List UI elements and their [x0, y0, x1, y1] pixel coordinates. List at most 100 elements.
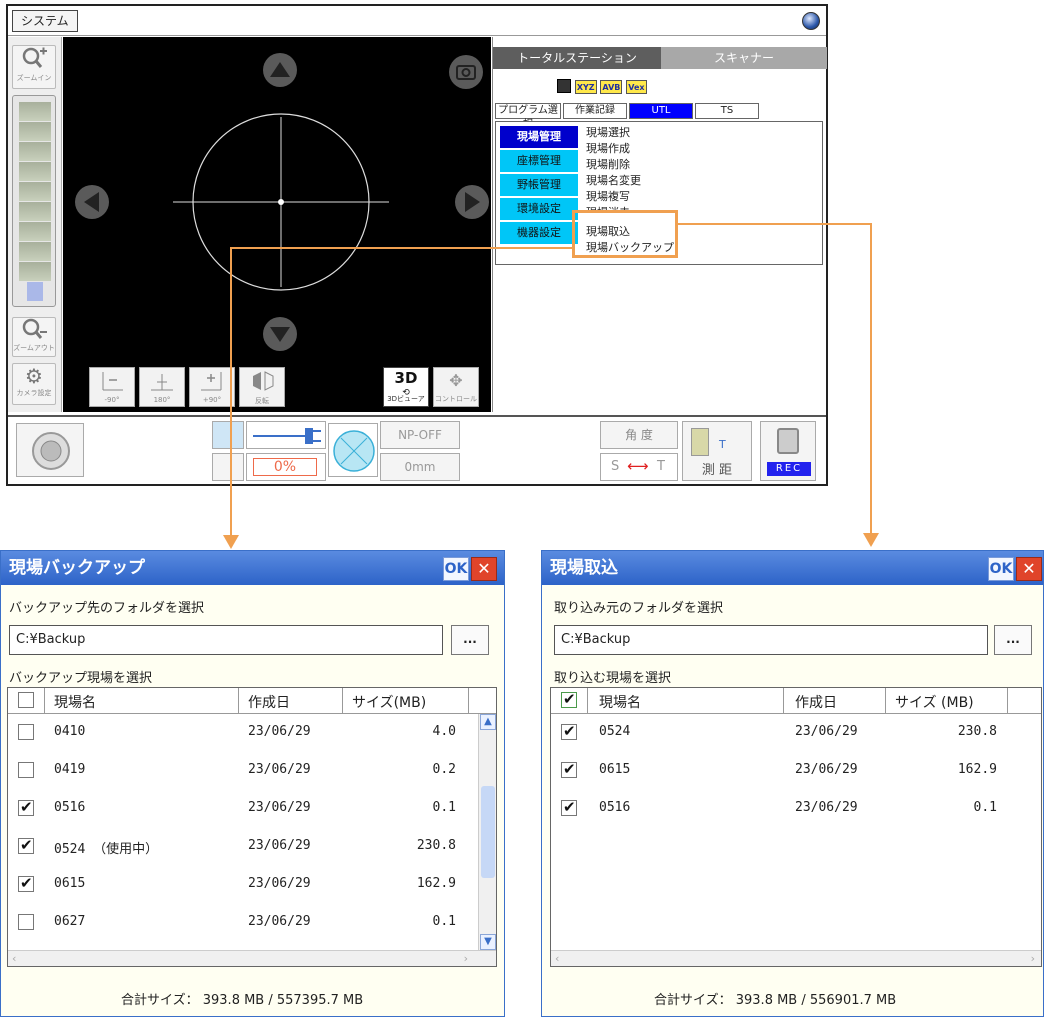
rotate-plus90-button[interactable]: +90° — [189, 367, 235, 407]
3d-viewer-button[interactable]: 3D ⟲ 3Dビューア — [383, 367, 429, 407]
system-button[interactable]: システム — [12, 10, 78, 32]
table-row[interactable]: 0410 23/06/29 4.0 — [8, 714, 496, 752]
horizontal-scrollbar[interactable]: ‹ › — [8, 950, 496, 966]
table-row[interactable]: 0516 23/06/29 0.1 — [8, 790, 496, 828]
horizontal-scrollbar[interactable]: ‹ › — [551, 950, 1041, 966]
menu-item-site-delete[interactable]: 現場削除 — [586, 158, 630, 171]
snapshot-button[interactable] — [449, 55, 483, 89]
memory-icon[interactable] — [212, 453, 244, 481]
rotate-180-icon — [151, 374, 173, 391]
zoom-slider[interactable] — [12, 95, 56, 307]
home-button[interactable] — [16, 423, 84, 477]
connector-line — [230, 247, 574, 249]
pan-left-button[interactable] — [75, 185, 109, 219]
avb-icon[interactable]: AVB — [600, 80, 623, 94]
globe-icon[interactable] — [802, 12, 820, 30]
row-checkbox[interactable] — [18, 724, 34, 740]
row-checkbox[interactable] — [18, 914, 34, 930]
zoom-in-button[interactable]: ズームイン — [12, 45, 56, 89]
browse-button[interactable]: ... — [451, 625, 489, 655]
column-size[interactable]: サイズ (MB) — [895, 692, 974, 712]
rotate-minus90-button[interactable]: -90° — [89, 367, 135, 407]
column-site-name[interactable]: 現場名 — [54, 692, 96, 712]
tab-program-select[interactable]: プログラム選択 — [495, 103, 561, 130]
battery-percent: 0% — [253, 458, 317, 476]
close-button[interactable]: ✕ — [1016, 557, 1042, 581]
row-checkbox[interactable] — [18, 874, 34, 892]
table-row[interactable]: 0615 23/06/29 162.9 — [551, 752, 1041, 790]
table-row[interactable]: 0524 23/06/29 230.8 — [551, 714, 1041, 752]
target-button[interactable] — [328, 423, 378, 477]
folder-path-field[interactable]: C:¥Backup — [9, 625, 443, 655]
offset-button[interactable]: 0mm — [380, 453, 460, 481]
column-created-date[interactable]: 作成日 — [795, 692, 837, 712]
folder-path-field[interactable]: C:¥Backup — [554, 625, 988, 655]
ok-button[interactable]: OK — [988, 557, 1014, 581]
table-row[interactable]: 0419 23/06/29 0.2 — [8, 752, 496, 790]
column-size[interactable]: サイズ(MB) — [352, 692, 426, 712]
category-site-management[interactable]: 現場管理 — [500, 126, 578, 148]
browse-button[interactable]: ... — [994, 625, 1032, 655]
flip-button[interactable]: 反転 — [239, 367, 285, 407]
tab-utl[interactable]: UTL — [629, 103, 693, 119]
row-checkbox[interactable] — [18, 798, 34, 816]
np-mode-button[interactable]: NP-OFF — [380, 421, 460, 449]
row-checkbox[interactable] — [561, 760, 577, 778]
list-header: 現場名 作成日 サイズ(MB) — [8, 688, 496, 714]
table-row[interactable]: 0627 23/06/29 0.1 — [8, 904, 496, 942]
tab-scanner[interactable]: スキャナー — [661, 47, 827, 69]
ok-button[interactable]: OK — [443, 557, 469, 581]
table-row[interactable]: 0516 23/06/29 0.1 — [551, 790, 1041, 828]
st-toggle-button[interactable]: S ⟷ T — [600, 453, 678, 481]
tab-total-station[interactable]: トータルステーション — [493, 47, 661, 69]
category-coordinate-management[interactable]: 座標管理 — [500, 150, 578, 172]
scroll-down-icon[interactable]: ▼ — [480, 934, 496, 950]
angle-button[interactable]: 角 度 — [600, 421, 678, 449]
column-created-date[interactable]: 作成日 — [248, 692, 290, 712]
menu-item-site-create[interactable]: 現場作成 — [586, 142, 630, 155]
scroll-left-icon[interactable]: ‹ — [555, 952, 559, 965]
scroll-up-icon[interactable]: ▲ — [480, 714, 496, 730]
rotate-180-button[interactable]: 180° — [139, 367, 185, 407]
category-environment-settings[interactable]: 環境設定 — [500, 198, 578, 220]
column-site-name[interactable]: 現場名 — [599, 692, 641, 712]
category-fieldbook-management[interactable]: 野帳管理 — [500, 174, 578, 196]
vertical-scrollbar[interactable]: ▲ ▼ — [478, 714, 496, 950]
select-all-checkbox[interactable] — [561, 690, 577, 708]
menu-item-site-copy[interactable]: 現場複写 — [586, 190, 630, 203]
xyz-icon[interactable]: XYZ — [574, 80, 597, 94]
select-all-checkbox[interactable] — [18, 692, 34, 708]
table-row[interactable]: 0524 （使用中） 23/06/29 230.8 — [8, 828, 496, 866]
pan-up-button[interactable] — [263, 53, 297, 87]
scroll-thumb[interactable] — [481, 786, 495, 878]
row-checkbox[interactable] — [18, 762, 34, 778]
control-button[interactable]: ✥ コントロール — [433, 367, 479, 407]
highlight-box — [572, 210, 678, 258]
row-site-name: 0627 — [54, 914, 86, 929]
menu-item-site-select[interactable]: 現場選択 — [586, 126, 630, 139]
3d-viewer[interactable]: -90° 180° +90° 反転 3D ⟲ 3Dビューア ✥ コントロール — [63, 37, 491, 412]
rotate-minus90-label: -90° — [104, 396, 120, 404]
display-mode-icon[interactable] — [212, 421, 244, 449]
scroll-left-icon[interactable]: ‹ — [12, 952, 16, 965]
row-checkbox[interactable] — [18, 836, 34, 854]
scroll-right-icon[interactable]: › — [464, 952, 468, 965]
row-size: 0.1 — [432, 914, 456, 929]
measure-button[interactable]: T 測 距 — [682, 421, 752, 481]
row-checkbox[interactable] — [561, 722, 577, 740]
scroll-right-icon[interactable]: › — [1031, 952, 1035, 965]
category-device-settings[interactable]: 機器設定 — [500, 222, 578, 244]
table-row[interactable]: 0615 23/06/29 162.9 — [8, 866, 496, 904]
row-checkbox[interactable] — [561, 798, 577, 816]
close-button[interactable]: ✕ — [471, 557, 497, 581]
vex-icon[interactable]: Vex — [626, 80, 647, 94]
menu-item-site-rename[interactable]: 現場名変更 — [586, 174, 641, 187]
camera-settings-button[interactable]: ⚙ カメラ設定 — [12, 363, 56, 405]
pan-right-button[interactable] — [455, 185, 489, 219]
tab-ts[interactable]: TS — [695, 103, 759, 119]
save-icon[interactable] — [557, 79, 571, 93]
record-button[interactable]: REC — [760, 421, 816, 481]
pan-down-button[interactable] — [263, 317, 297, 351]
tab-work-record[interactable]: 作業記録 — [563, 103, 627, 119]
zoom-out-button[interactable]: ズームアウト — [12, 317, 56, 357]
